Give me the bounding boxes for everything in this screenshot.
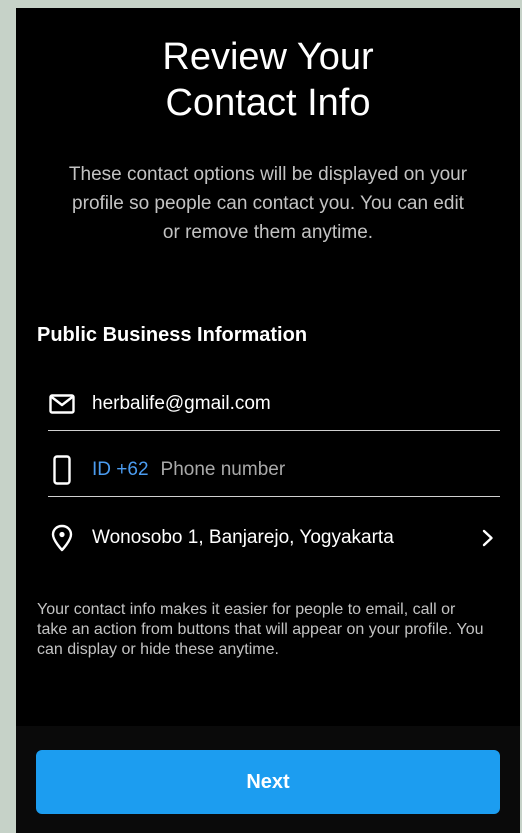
email-row[interactable]: herbalife@gmail.com: [48, 378, 500, 431]
country-code-selector[interactable]: ID +62: [92, 459, 149, 481]
mail-icon: [48, 390, 76, 418]
address-row[interactable]: Wonosobo 1, Banjarejo, Yogyakarta: [48, 512, 500, 564]
section-heading: Public Business Information: [37, 324, 308, 346]
page-title-line-2: Contact Info: [165, 82, 371, 124]
chevron-right-icon[interactable]: [482, 529, 494, 547]
phone-icon: [48, 455, 76, 485]
location-pin-icon: [48, 524, 76, 552]
next-button[interactable]: Next: [36, 750, 500, 814]
address-value: Wonosobo 1, Banjarejo, Yogyakarta: [92, 527, 394, 548]
email-value: herbalife@gmail.com: [92, 393, 271, 414]
page-title: Review Your Contact Info: [16, 34, 520, 126]
contact-info-explanation: Your contact info makes it easier for pe…: [37, 601, 484, 658]
page-subtitle: These contact options will be displayed …: [68, 164, 468, 243]
review-contact-info-screen: Review Your Contact Info These contact o…: [16, 8, 520, 833]
page-title-line-1: Review Your: [162, 36, 374, 78]
phone-row[interactable]: ID +62: [48, 444, 500, 497]
phone-number-input[interactable]: [160, 459, 461, 481]
